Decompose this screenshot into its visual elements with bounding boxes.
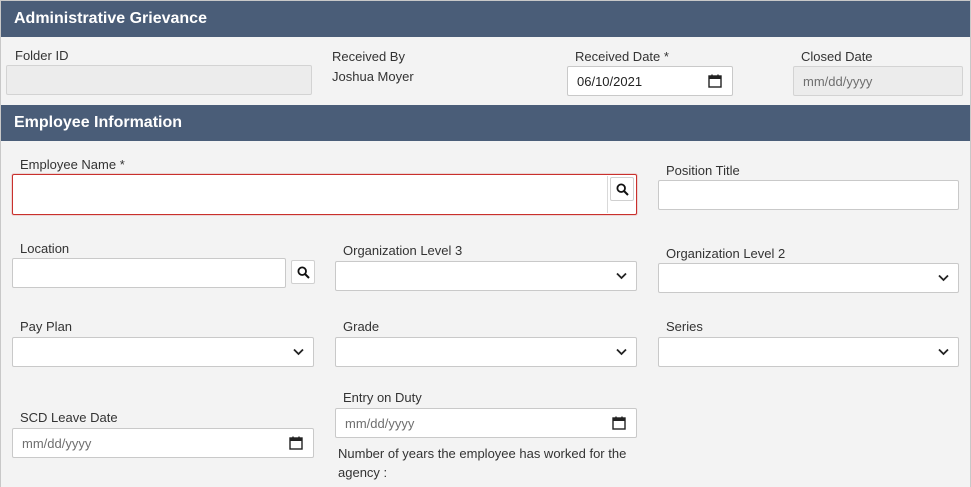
scd-leave-date-label: SCD Leave Date bbox=[20, 410, 118, 425]
calendar-icon[interactable] bbox=[708, 74, 722, 88]
received-by-value: Joshua Moyer bbox=[332, 69, 414, 84]
grade-label: Grade bbox=[343, 319, 380, 334]
series-label: Series bbox=[666, 319, 703, 334]
received-by-label: Received By bbox=[332, 49, 405, 64]
scd-leave-date-placeholder: mm/dd/yyyy bbox=[22, 436, 92, 451]
pay-plan-select[interactable] bbox=[12, 337, 314, 367]
chevron-down-icon bbox=[616, 272, 627, 280]
received-date-input[interactable]: 06/10/2021 bbox=[567, 66, 733, 96]
location-label: Location bbox=[20, 241, 70, 256]
entry-on-duty-label: Entry on Duty bbox=[343, 390, 422, 405]
org-level-3-label: Organization Level 3 bbox=[343, 243, 463, 258]
search-icon bbox=[297, 266, 310, 279]
section-header-administrative-grievance: Administrative Grievance bbox=[1, 1, 970, 37]
calendar-icon[interactable] bbox=[289, 436, 303, 450]
received-date-label: Received Date * bbox=[575, 49, 669, 64]
position-title-input[interactable] bbox=[658, 180, 959, 210]
location-input[interactable] bbox=[12, 258, 286, 288]
input-divider bbox=[607, 176, 608, 213]
org-level-2-select[interactable] bbox=[658, 263, 959, 293]
received-date-value: 06/10/2021 bbox=[577, 74, 643, 89]
years-worked-label-line1: Number of years the employee has worked … bbox=[338, 446, 627, 461]
folder-id-label: Folder ID bbox=[15, 48, 69, 63]
chevron-down-icon bbox=[938, 274, 949, 282]
chevron-down-icon bbox=[938, 348, 949, 356]
grievance-form: Administrative Grievance Folder ID Recei… bbox=[0, 0, 971, 487]
closed-date-placeholder: mm/dd/yyyy bbox=[803, 74, 873, 89]
section-header-employee-information: Employee Information bbox=[1, 105, 970, 141]
entry-on-duty-placeholder: mm/dd/yyyy bbox=[345, 416, 415, 431]
closed-date-label: Closed Date bbox=[801, 49, 873, 64]
chevron-down-icon bbox=[293, 348, 304, 356]
years-worked-label-line2: agency : bbox=[338, 465, 388, 480]
pay-plan-label: Pay Plan bbox=[20, 319, 73, 334]
search-icon bbox=[616, 183, 629, 196]
series-select[interactable] bbox=[658, 337, 959, 367]
employee-name-label: Employee Name * bbox=[20, 157, 125, 172]
section-title: Administrative Grievance bbox=[14, 10, 207, 27]
location-search-button[interactable] bbox=[291, 260, 315, 284]
calendar-icon[interactable] bbox=[612, 416, 626, 430]
chevron-down-icon bbox=[616, 348, 627, 356]
employee-search-button[interactable] bbox=[610, 177, 634, 201]
scd-leave-date-input[interactable]: mm/dd/yyyy bbox=[12, 428, 314, 458]
folder-id-field[interactable] bbox=[6, 65, 312, 95]
position-title-label: Position Title bbox=[666, 163, 740, 178]
org-level-2-label: Organization Level 2 bbox=[666, 246, 786, 261]
org-level-3-select[interactable] bbox=[335, 261, 637, 291]
entry-on-duty-input[interactable]: mm/dd/yyyy bbox=[335, 408, 637, 438]
employee-name-input[interactable] bbox=[12, 174, 637, 215]
closed-date-input[interactable]: mm/dd/yyyy bbox=[793, 66, 963, 96]
grade-select[interactable] bbox=[335, 337, 637, 367]
section-title: Employee Information bbox=[14, 114, 183, 131]
